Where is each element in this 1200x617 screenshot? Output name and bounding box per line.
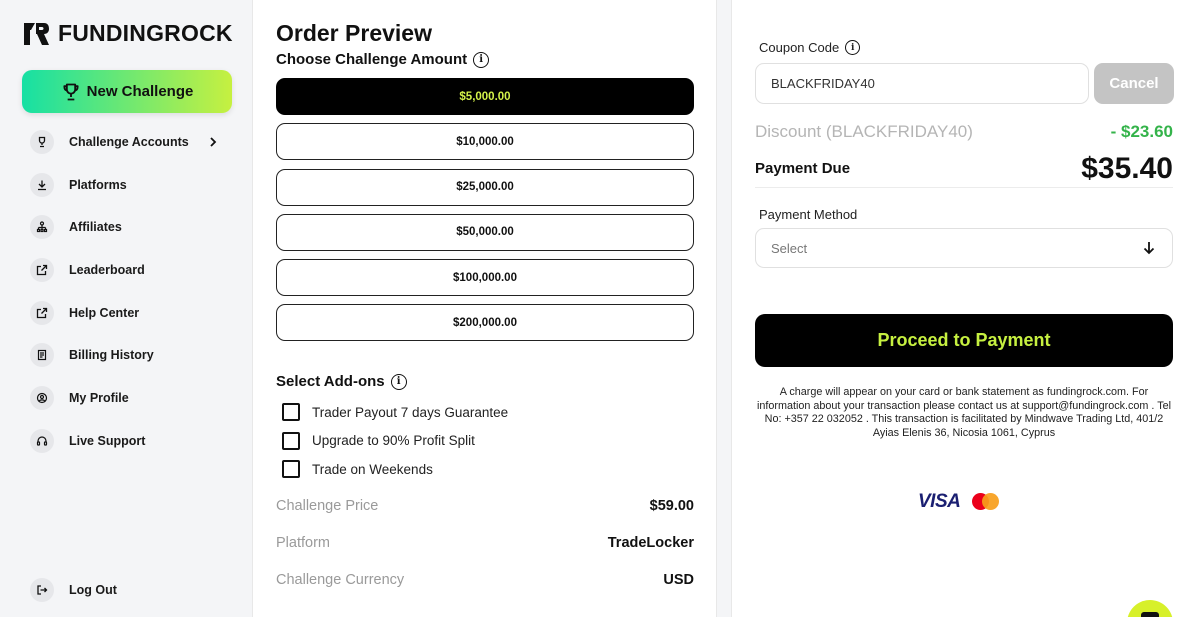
- addon-checkbox[interactable]: [282, 460, 300, 478]
- trophy-icon: [63, 83, 79, 100]
- addon-profit-split[interactable]: Upgrade to 90% Profit Split: [282, 431, 508, 450]
- payment-panel: Coupon Code i Cancel Discount (BLACKFRID…: [731, 0, 1200, 617]
- sidebar-item-billing-history[interactable]: Billing History: [30, 343, 230, 368]
- addon-label: Upgrade to 90% Profit Split: [312, 433, 475, 448]
- amount-option-5000[interactable]: $5,000.00: [276, 78, 694, 115]
- info-icon[interactable]: i: [845, 40, 861, 55]
- coupon-label: Coupon Code: [759, 40, 840, 55]
- choose-amount-heading: Choose Challenge Amount i: [276, 51, 490, 68]
- summary-value: USD: [663, 572, 694, 588]
- discount-row: Discount (BLACKFRIDAY40) - $23.60: [755, 122, 1173, 142]
- proceed-to-payment-button[interactable]: Proceed to Payment: [755, 314, 1173, 367]
- cancel-coupon-button[interactable]: Cancel: [1094, 63, 1174, 104]
- addon-checkbox[interactable]: [282, 431, 300, 450]
- sidebar-item-platforms[interactable]: Platforms: [30, 172, 230, 197]
- discount-value: - $23.60: [1110, 122, 1173, 141]
- fundingrock-logo-icon: [24, 22, 49, 45]
- coupon-heading: Coupon Code i: [759, 40, 861, 55]
- receipt-icon: [30, 343, 54, 368]
- payment-due-row: Payment Due $35.40: [755, 150, 1173, 188]
- sidebar-item-challenge-accounts[interactable]: Challenge Accounts: [30, 130, 230, 154]
- chat-icon: [1141, 612, 1159, 617]
- sidebar-item-label: Leaderboard: [69, 263, 145, 278]
- sidebar-item-label: Platforms: [69, 177, 127, 192]
- external-link-icon: [30, 300, 54, 325]
- sidebar-item-label: Help Center: [69, 305, 140, 320]
- summary-row-currency: Challenge Currency USD: [276, 570, 694, 590]
- logout-label: Log Out: [69, 583, 117, 597]
- coupon-input[interactable]: [755, 63, 1089, 104]
- sidebar-item-label: Affiliates: [69, 220, 122, 235]
- chevron-right-icon: [210, 137, 217, 147]
- addon-trade-weekends[interactable]: Trade on Weekends: [282, 460, 508, 478]
- choose-amount-label: Choose Challenge Amount: [276, 51, 468, 68]
- sidebar-item-my-profile[interactable]: My Profile: [30, 386, 230, 411]
- summary-row-platform: Platform TradeLocker: [276, 533, 694, 553]
- sidebar: FUNDINGROCK New Challenge Challenge Acco…: [0, 0, 252, 617]
- sidebar-item-leaderboard[interactable]: Leaderboard: [30, 258, 230, 283]
- addons-heading: Select Add-ons i: [276, 373, 407, 390]
- payment-method-label: Payment Method: [759, 207, 858, 222]
- download-icon: [30, 172, 54, 197]
- payment-method-select[interactable]: Select: [755, 228, 1173, 268]
- user-circle-icon: [30, 386, 54, 411]
- amount-option-50000[interactable]: $50,000.00: [276, 213, 694, 251]
- addon-label: Trader Payout 7 days Guarantee: [312, 404, 509, 420]
- sidebar-item-label: Billing History: [69, 348, 154, 363]
- headset-icon: [30, 428, 54, 453]
- addon-label: Trade on Weekends: [312, 461, 433, 477]
- page-title: Order Preview: [276, 20, 432, 46]
- logout-button[interactable]: Log Out: [30, 578, 117, 602]
- payment-method-value: Select: [771, 240, 808, 256]
- summary-key: Challenge Price: [276, 498, 379, 514]
- summary-value: $59.00: [649, 498, 694, 514]
- sidebar-item-label: Live Support: [69, 433, 146, 448]
- sidebar-item-label: Challenge Accounts: [69, 135, 189, 149]
- sidebar-item-affiliates[interactable]: Affiliates: [30, 215, 230, 240]
- trophy-icon: [30, 130, 54, 154]
- brand-logo[interactable]: FUNDINGROCK: [22, 20, 233, 47]
- summary-key: Platform: [276, 535, 330, 551]
- accepted-cards: VISA: [918, 491, 1000, 513]
- order-summary: Challenge Price $59.00 Platform TradeLoc…: [276, 496, 694, 607]
- billing-disclaimer: A charge will appear on your card or ban…: [756, 386, 1172, 439]
- sidebar-nav: Challenge Accounts Platforms Affiliates …: [30, 130, 230, 472]
- external-link-icon: [30, 258, 54, 283]
- sidebar-item-help-center[interactable]: Help Center: [30, 300, 230, 325]
- logout-icon: [30, 578, 54, 602]
- mastercard-logo: [972, 493, 1000, 511]
- sidebar-item-label: My Profile: [69, 391, 129, 406]
- addons-title: Select Add-ons: [276, 373, 385, 390]
- amount-option-25000[interactable]: $25,000.00: [276, 168, 694, 206]
- payment-due-label: Payment Due: [755, 160, 851, 177]
- new-challenge-label: New Challenge: [86, 83, 194, 100]
- new-challenge-button[interactable]: New Challenge: [22, 70, 232, 113]
- addon-payout-guarantee[interactable]: Trader Payout 7 days Guarantee: [282, 403, 508, 421]
- summary-value: TradeLocker: [607, 535, 694, 551]
- network-icon: [30, 215, 54, 240]
- sidebar-item-live-support[interactable]: Live Support: [30, 428, 230, 453]
- summary-row-price: Challenge Price $59.00: [276, 496, 694, 516]
- discount-label: Discount (BLACKFRIDAY40): [755, 122, 973, 141]
- visa-logo: VISA: [918, 491, 961, 512]
- amount-option-10000[interactable]: $10,000.00: [276, 123, 694, 161]
- amount-option-100000[interactable]: $100,000.00: [276, 259, 694, 297]
- amount-options: $5,000.00 $10,000.00 $25,000.00 $50,000.…: [276, 78, 694, 350]
- info-icon[interactable]: i: [473, 51, 490, 68]
- info-icon[interactable]: i: [390, 373, 407, 390]
- amount-option-200000[interactable]: $200,000.00: [276, 304, 694, 342]
- summary-key: Challenge Currency: [276, 572, 405, 588]
- order-preview-panel: Order Preview Choose Challenge Amount i …: [252, 0, 717, 617]
- addon-checkbox[interactable]: [282, 403, 300, 421]
- brand-name: FUNDINGROCK: [58, 20, 233, 46]
- payment-due-value: $35.40: [1081, 151, 1173, 185]
- arrow-down-icon: [1143, 242, 1155, 255]
- addons-list: Trader Payout 7 days Guarantee Upgrade t…: [282, 403, 508, 489]
